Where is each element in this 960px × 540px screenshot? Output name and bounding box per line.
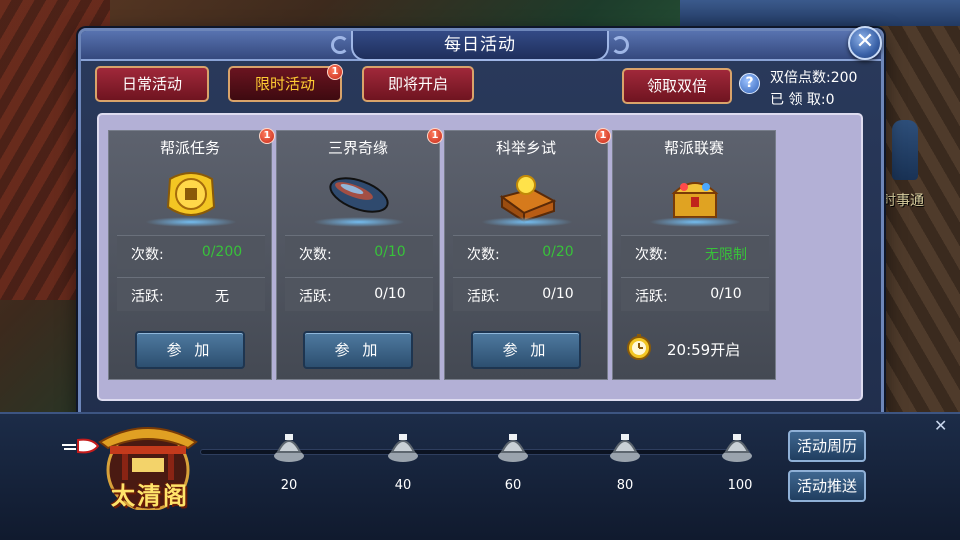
card-title: 帮派任务 xyxy=(159,139,220,157)
double-points-text: 双倍点数:200 xyxy=(770,70,858,86)
count-value: 无限制 xyxy=(705,247,747,263)
tab-upcoming[interactable]: 即将开启 xyxy=(362,66,474,102)
count-value: 0/10 xyxy=(374,244,406,260)
close-icon: ✕ xyxy=(855,29,875,54)
milestone-reward-icon[interactable] xyxy=(608,428,642,464)
join-button[interactable]: 参 加 xyxy=(135,331,245,369)
tab-label: 限时活动 xyxy=(254,75,315,93)
icon-glow xyxy=(145,217,237,227)
panel-title: 每日活动 xyxy=(444,35,516,55)
activity-key: 活跃: xyxy=(299,289,332,305)
tab-label: 即将开启 xyxy=(387,75,448,93)
activity-value: 0/10 xyxy=(542,286,574,302)
jade-stone-icon xyxy=(329,177,389,213)
milestone-label: 40 xyxy=(394,478,412,493)
activity-value: 无 xyxy=(215,289,229,305)
help-button[interactable]: ? xyxy=(739,73,760,94)
npc-name-label: 时事通 xyxy=(882,193,924,209)
panel-title-bar: 每日活动 xyxy=(81,31,881,61)
milestone-reward-icon[interactable] xyxy=(386,428,420,464)
join-button[interactable]: 参 加 xyxy=(303,331,413,369)
activity-row: 活跃: 无 xyxy=(117,277,265,311)
card-title: 帮派联赛 xyxy=(663,139,724,157)
pavilion-name: 太清阁 xyxy=(111,482,189,510)
count-row: 次数: 0/10 xyxy=(285,235,433,269)
scene-roof-right xyxy=(880,0,960,420)
strip-close-icon[interactable]: ✕ xyxy=(934,416,947,435)
swirl-ornament-icon xyxy=(611,36,629,54)
activity-card[interactable]: 帮派联赛 次数: 无限制 活跃: 0/10 20:59开启 xyxy=(612,130,776,380)
card-title: 科举乡试 xyxy=(495,139,556,157)
swirl-ornament-icon xyxy=(331,36,349,54)
tab-daily-activity[interactable]: 日常活动 xyxy=(95,66,209,102)
claimed-text: 已 领 取:0 xyxy=(770,92,835,108)
count-value: 0/20 xyxy=(542,244,574,260)
icon-glow xyxy=(313,217,405,227)
activity-push-button[interactable]: 活动推送 xyxy=(788,470,866,502)
milestone-reward-icon[interactable] xyxy=(496,428,530,464)
gold-coin-icon xyxy=(166,172,216,216)
milestone-label: 80 xyxy=(616,478,634,493)
activity-key: 活跃: xyxy=(635,289,668,305)
open-time-text: 20:59开启 xyxy=(667,341,741,359)
count-row: 次数: 无限制 xyxy=(621,235,769,269)
join-button[interactable]: 参 加 xyxy=(471,331,581,369)
question-icon: ? xyxy=(745,75,754,91)
close-button[interactable]: ✕ xyxy=(848,26,882,60)
claim-double-button[interactable]: 领取双倍 xyxy=(622,68,732,104)
milestone-reward-icon[interactable] xyxy=(720,428,754,464)
icon-glow xyxy=(649,217,741,227)
stopwatch-icon xyxy=(627,334,651,360)
tab-label: 日常活动 xyxy=(121,75,182,93)
icon-glow xyxy=(481,217,573,227)
panel-title-plate: 每日活动 xyxy=(351,31,609,61)
card-badge: 1 xyxy=(427,128,443,144)
activity-row: 活跃: 0/10 xyxy=(453,277,601,311)
count-key: 次数: xyxy=(299,247,332,263)
count-key: 次数: xyxy=(635,247,668,263)
card-badge: 1 xyxy=(595,128,611,144)
tab-badge: 1 xyxy=(327,64,343,80)
scene-top-hud xyxy=(680,0,960,26)
count-row: 次数: 0/200 xyxy=(117,235,265,269)
card-title: 三界奇缘 xyxy=(327,139,388,157)
claim-double-label: 领取双倍 xyxy=(646,77,707,95)
activity-key: 活跃: xyxy=(131,289,164,305)
activity-row: 活跃: 0/10 xyxy=(621,277,769,311)
milestone-label: 20 xyxy=(280,478,298,493)
treasure-box-icon xyxy=(499,175,557,223)
count-value: 0/200 xyxy=(201,244,243,260)
activity-row: 活跃: 0/10 xyxy=(285,277,433,311)
count-row: 次数: 0/20 xyxy=(453,235,601,269)
activity-value: 0/10 xyxy=(710,286,742,302)
count-key: 次数: xyxy=(131,247,164,263)
count-key: 次数: xyxy=(467,247,500,263)
activity-card[interactable]: 三界奇缘 次数: 0/10 活跃: 0/10 参 加 xyxy=(276,130,440,380)
milestone-label: 100 xyxy=(727,478,753,493)
treasure-chest-icon xyxy=(671,182,719,218)
activity-card[interactable]: 科举乡试 次数: 0/20 活跃: 0/10 参 加 xyxy=(444,130,608,380)
card-badge: 1 xyxy=(259,128,275,144)
tab-limited-activity[interactable]: 限时活动 xyxy=(228,66,342,102)
milestone-label: 60 xyxy=(504,478,522,493)
milestone-reward-icon[interactable] xyxy=(272,428,306,464)
activity-value: 0/10 xyxy=(374,286,406,302)
activity-card[interactable]: 帮派任务 次数: 0/200 活跃: 无 参 加 xyxy=(108,130,272,380)
activity-calendar-button[interactable]: 活动周历 xyxy=(788,430,866,462)
activity-key: 活跃: xyxy=(467,289,500,305)
npc-figure[interactable] xyxy=(892,120,918,180)
